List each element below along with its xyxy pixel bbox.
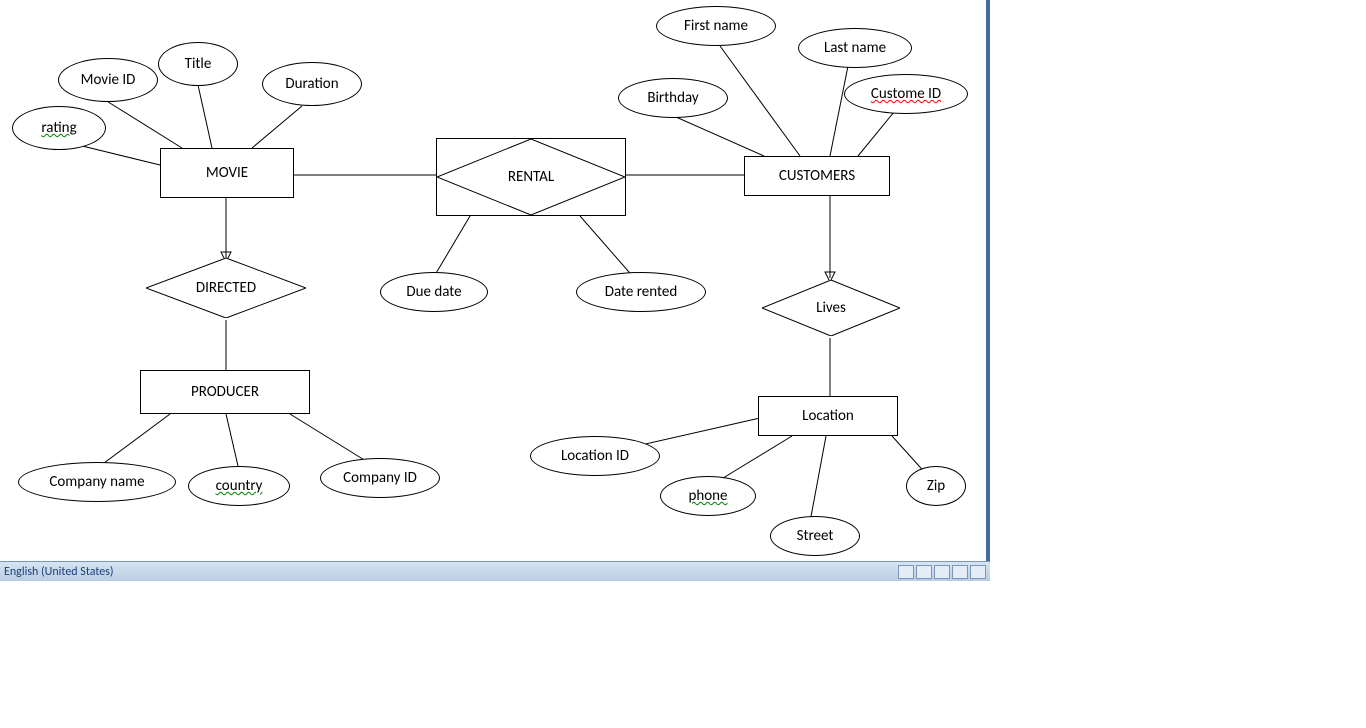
rel-directed-label: DIRECTED bbox=[196, 279, 256, 297]
attr-custome-id: Custome ID bbox=[844, 74, 968, 114]
attr-zip: Zip bbox=[906, 466, 966, 506]
attr-custome-id-label: Custome ID bbox=[871, 85, 941, 103]
entity-location-label: Location bbox=[802, 407, 854, 425]
entity-producer-label: PRODUCER bbox=[191, 383, 259, 401]
attr-movie-id: Movie ID bbox=[58, 58, 158, 102]
view-print-layout-icon[interactable] bbox=[898, 565, 914, 579]
attr-location-id: Location ID bbox=[530, 436, 660, 476]
attr-street-label: Street bbox=[797, 527, 834, 545]
entity-movie-label: MOVIE bbox=[206, 164, 248, 182]
attr-first-name-label: First name bbox=[684, 17, 748, 35]
attr-birthday: Birthday bbox=[618, 78, 728, 118]
entity-producer: PRODUCER bbox=[140, 370, 310, 414]
view-outline-icon[interactable] bbox=[952, 565, 968, 579]
attr-duration-label: Duration bbox=[285, 75, 338, 93]
attr-company-id: Company ID bbox=[320, 458, 440, 498]
attr-movie-id-label: Movie ID bbox=[81, 71, 136, 89]
attr-company-name: Company name bbox=[18, 462, 176, 502]
attr-rating: rating bbox=[12, 106, 106, 150]
status-bar: English (United States) bbox=[0, 561, 990, 581]
rel-rental-label: RENTAL bbox=[508, 168, 554, 186]
attr-zip-label: Zip bbox=[927, 477, 945, 495]
attr-duration: Duration bbox=[262, 62, 362, 106]
view-web-layout-icon[interactable] bbox=[934, 565, 950, 579]
rel-lives: Lives bbox=[796, 280, 866, 336]
entity-customers-label: CUSTOMERS bbox=[779, 167, 855, 185]
rel-rental: RENTAL bbox=[436, 138, 626, 216]
attr-company-id-label: Company ID bbox=[343, 469, 417, 487]
attr-location-id-label: Location ID bbox=[561, 447, 629, 465]
attr-due-date-label: Due date bbox=[406, 283, 461, 301]
view-full-screen-icon[interactable] bbox=[916, 565, 932, 579]
attr-last-name: Last name bbox=[798, 28, 912, 68]
entity-customers: CUSTOMERS bbox=[744, 156, 890, 196]
attr-company-name-label: Company name bbox=[49, 473, 144, 491]
entity-movie: MOVIE bbox=[160, 148, 294, 198]
status-language: English (United States) bbox=[4, 565, 114, 579]
attr-country-label: country bbox=[216, 477, 263, 495]
attr-country: country bbox=[188, 466, 290, 506]
attr-first-name: First name bbox=[656, 6, 776, 46]
attr-date-rented-label: Date rented bbox=[605, 283, 677, 301]
attr-phone-label: phone bbox=[688, 487, 727, 505]
er-diagram: MOVIE Movie ID Title Duration rating REN… bbox=[0, 0, 990, 561]
attr-phone: phone bbox=[660, 476, 756, 516]
view-draft-icon[interactable] bbox=[970, 565, 986, 579]
attr-rating-label: rating bbox=[41, 119, 76, 137]
attr-last-name-label: Last name bbox=[824, 39, 886, 57]
rel-lives-label: Lives bbox=[816, 299, 846, 317]
view-controls bbox=[898, 565, 986, 579]
attr-date-rented: Date rented bbox=[576, 272, 706, 312]
attr-title: Title bbox=[158, 42, 238, 86]
rel-directed: DIRECTED bbox=[186, 258, 266, 318]
attr-street: Street bbox=[770, 516, 860, 556]
attr-birthday-label: Birthday bbox=[647, 89, 698, 107]
attr-title-label: Title bbox=[185, 55, 212, 73]
entity-location: Location bbox=[758, 396, 898, 436]
attr-due-date: Due date bbox=[380, 272, 488, 312]
